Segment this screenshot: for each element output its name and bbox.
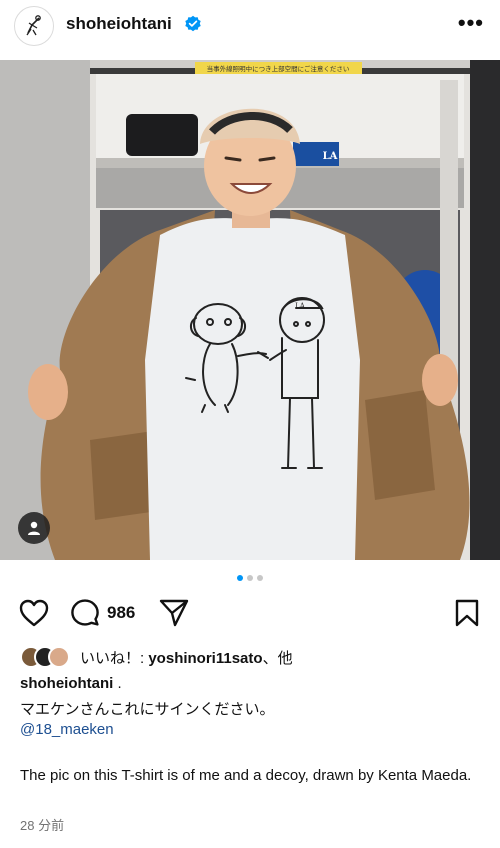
likes-text: いいね！: yoshinori11sato、他: [80, 647, 293, 668]
caption-dot: .: [113, 675, 122, 692]
likes-prefix: いいね！:: [80, 649, 149, 667]
caption-username[interactable]: shoheiohtani: [20, 675, 113, 692]
carousel-dot: [257, 575, 263, 581]
post-username[interactable]: shoheiohtani: [66, 14, 172, 34]
drawing-cap-logo: LA: [295, 302, 306, 310]
caption-japanese: マエケンさんこれにサインください。: [20, 701, 275, 718]
person-icon: [28, 521, 40, 535]
carousel-dot: [247, 575, 253, 581]
locker-sign-text: 当事外線照明中につき上部空間にご注意ください: [207, 64, 350, 73]
carousel-dot-active: [237, 575, 243, 581]
carousel-indicator: [0, 575, 500, 581]
caption-mention[interactable]: @18_maeken: [20, 721, 114, 738]
caption-english: The pic on this T-shirt is of me and a d…: [20, 767, 472, 784]
liker-avatar: [48, 646, 70, 668]
likes-suffix: 、他: [262, 649, 293, 667]
box-logo-text: LA: [323, 151, 338, 162]
comment-icon[interactable]: [70, 598, 100, 628]
bookmark-icon[interactable]: [454, 598, 480, 628]
post-header: shoheiohtani •••: [0, 0, 500, 58]
action-bar: 986: [0, 598, 500, 630]
person-tag-icon[interactable]: [18, 512, 50, 544]
avatar-sketch-icon: [26, 15, 41, 36]
caption-header: shoheiohtani .: [20, 675, 122, 692]
likes-user[interactable]: yoshinori11sato: [148, 650, 262, 667]
post-photo[interactable]: 当事外線照明中につき上部空間にご注意ください LA LA: [0, 60, 500, 560]
photo-scene: 当事外線照明中につき上部空間にご注意ください LA LA: [0, 60, 500, 560]
send-icon[interactable]: [158, 598, 190, 628]
likes-row[interactable]: いいね！: yoshinori11sato、他: [20, 646, 293, 668]
verified-badge-icon: [185, 15, 201, 32]
post-timestamp: 28 分前: [20, 818, 65, 833]
heart-icon[interactable]: [18, 598, 50, 628]
profile-avatar[interactable]: [14, 6, 54, 46]
comment-count: 986: [107, 603, 136, 622]
more-options-icon[interactable]: •••: [458, 12, 484, 34]
